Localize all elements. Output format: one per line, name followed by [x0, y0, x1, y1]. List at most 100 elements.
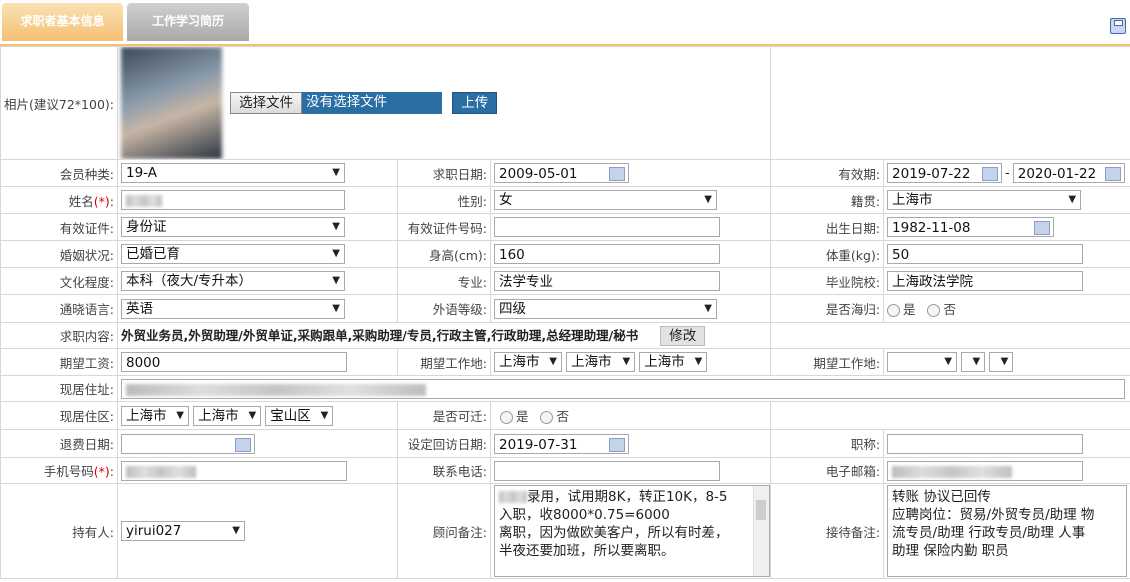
- address-input[interactable]: [121, 378, 1125, 399]
- overseas-yes-radio[interactable]: [887, 304, 901, 317]
- major-input[interactable]: 法学专业: [494, 271, 720, 291]
- photo-thumbnail: [121, 47, 222, 159]
- calendar-icon[interactable]: [609, 167, 625, 181]
- job-date-input[interactable]: 2009-05-01: [494, 163, 629, 183]
- relocate-no-radio[interactable]: [540, 411, 554, 424]
- holder-select[interactable]: yirui027 ▼: [121, 521, 245, 541]
- chevron-down-icon: ▼: [1000, 356, 1009, 367]
- native-place-select[interactable]: 上海市 ▼: [887, 190, 1082, 210]
- weight-label: 体重(kg):: [770, 240, 885, 268]
- valid-period-separator: -: [1005, 165, 1010, 181]
- school-label: 毕业院校:: [770, 267, 885, 295]
- valid-from-input[interactable]: 2019-07-22: [887, 163, 1003, 183]
- id-number-label: 有效证件号码:: [397, 213, 491, 241]
- visit-date-label: 设定回访日期:: [397, 429, 491, 458]
- advisor-note-scrollbar[interactable]: [753, 486, 769, 576]
- tab-work-history[interactable]: 工作学习简历: [127, 3, 249, 41]
- calendar-icon[interactable]: [1034, 221, 1051, 235]
- save-icon[interactable]: [1110, 18, 1126, 34]
- work-place2-province-select[interactable]: ▼: [887, 352, 958, 372]
- tab-bar: 求职者基本信息 工作学习简历: [0, 0, 1130, 47]
- chevron-down-icon: ▼: [248, 409, 257, 421]
- gender-select[interactable]: 女 ▼: [494, 190, 717, 210]
- work-place2-district-select[interactable]: ▼: [989, 352, 1014, 372]
- email-label: 电子邮箱:: [770, 457, 885, 484]
- advisor-note-label: 顾问备注:: [397, 483, 491, 579]
- district-area-select[interactable]: 宝山区 ▼: [265, 405, 334, 426]
- chevron-down-icon: ▼: [694, 356, 703, 367]
- phone-input[interactable]: [494, 460, 720, 481]
- relocate-yes-label: 是: [516, 409, 529, 424]
- id-number-input[interactable]: [494, 217, 720, 237]
- work-place-district-select[interactable]: 上海市 ▼: [639, 352, 708, 372]
- mobile-input[interactable]: [121, 460, 347, 481]
- choose-file-button[interactable]: 选择文件: [230, 92, 303, 114]
- member-type-label: 会员种类:: [0, 159, 118, 187]
- work-place-label: 期望工作地:: [397, 348, 491, 376]
- height-input[interactable]: 160: [494, 244, 720, 264]
- education-label: 文化程度:: [0, 267, 118, 295]
- valid-to-input[interactable]: 2020-01-22: [1012, 163, 1125, 183]
- work-place2-city-select[interactable]: ▼: [961, 352, 986, 372]
- title-label: 职称:: [770, 429, 885, 458]
- work-place-province-select[interactable]: 上海市 ▼: [494, 352, 562, 372]
- school-input[interactable]: 上海政法学院: [887, 271, 1084, 291]
- chevron-down-icon: ▼: [232, 525, 240, 536]
- calendar-icon[interactable]: [609, 437, 625, 452]
- chevron-down-icon: ▼: [704, 194, 712, 205]
- chevron-down-icon: ▼: [972, 356, 981, 367]
- salary-label: 期望工资:: [0, 348, 118, 376]
- upload-button[interactable]: 上传: [452, 92, 498, 114]
- overseas-label: 是否海归:: [770, 294, 885, 323]
- visit-date-input[interactable]: 2019-07-31: [494, 433, 629, 454]
- work-place-city-select[interactable]: 上海市 ▼: [566, 352, 636, 372]
- edit-job-content-button[interactable]: 修改: [660, 326, 706, 347]
- name-label: 姓名(*):: [0, 186, 118, 214]
- education-select[interactable]: 本科（夜大/专升本） ▼: [121, 271, 345, 291]
- relocate-no-label: 否: [556, 409, 569, 424]
- chevron-down-icon: ▼: [944, 356, 953, 367]
- gender-label: 性别:: [397, 186, 491, 214]
- mobile-label: 手机号码(*):: [0, 457, 118, 484]
- name-input[interactable]: [121, 190, 345, 210]
- calendar-icon[interactable]: [1104, 167, 1121, 181]
- chevron-down-icon: ▼: [176, 409, 184, 421]
- email-input[interactable]: [887, 460, 1084, 481]
- calendar-icon[interactable]: [235, 437, 251, 452]
- refund-date-input[interactable]: [121, 433, 255, 454]
- no-file-text: 没有选择文件: [302, 92, 443, 114]
- photo-label: 相片(建议72*100):: [0, 46, 118, 160]
- height-label: 身高(cm):: [397, 240, 491, 268]
- birth-date-input[interactable]: 1982-11-08: [887, 217, 1055, 237]
- chevron-down-icon: ▼: [332, 248, 340, 259]
- title-input[interactable]: [887, 433, 1084, 454]
- reception-note-textarea[interactable]: 转账 协议已回传 应聘岗位：贸易/外贸专员/助理 物 流专员/助理 行政专员/助…: [887, 485, 1128, 577]
- native-place-label: 籍贯:: [770, 186, 885, 214]
- id-type-select[interactable]: 身份证 ▼: [121, 217, 345, 237]
- chevron-down-icon: ▼: [549, 356, 557, 367]
- form-table: 相片(建议72*100): 选择文件 没有选择文件 上传 会员种类: 19-A ▼ …: [0, 46, 1130, 579]
- chevron-down-icon: ▼: [332, 167, 340, 178]
- relocate-yes-radio[interactable]: [500, 411, 513, 424]
- overseas-no-label: 否: [943, 302, 956, 317]
- language-select[interactable]: 英语 ▼: [121, 298, 345, 319]
- weight-input[interactable]: 50: [887, 244, 1084, 264]
- district-city-select[interactable]: 上海市 ▼: [193, 405, 262, 426]
- job-content-label: 求职内容:: [0, 322, 118, 349]
- marital-select[interactable]: 已婚已育 ▼: [121, 244, 345, 264]
- advisor-note-textarea[interactable]: 录用，试用期8K，转正10K，8-5 入职，收8000*0.75=6000 离职…: [494, 485, 770, 577]
- district-province-select[interactable]: 上海市 ▼: [121, 405, 189, 426]
- work-place2-label: 期望工作地:: [770, 348, 885, 376]
- member-type-select[interactable]: 19-A ▼: [121, 163, 345, 183]
- chevron-down-icon: ▼: [332, 275, 340, 286]
- lang-level-select[interactable]: 四级 ▼: [494, 298, 717, 319]
- chevron-down-icon: ▼: [622, 356, 631, 367]
- overseas-no-radio[interactable]: [927, 304, 941, 317]
- calendar-icon[interactable]: [982, 167, 999, 181]
- overseas-yes-label: 是: [903, 302, 916, 317]
- tab-basic-info[interactable]: 求职者基本信息: [2, 3, 123, 41]
- salary-input[interactable]: 8000: [121, 352, 347, 372]
- chevron-down-icon: ▼: [1068, 194, 1077, 205]
- reception-note-label: 接待备注:: [770, 483, 885, 579]
- chevron-down-icon: ▼: [320, 409, 329, 421]
